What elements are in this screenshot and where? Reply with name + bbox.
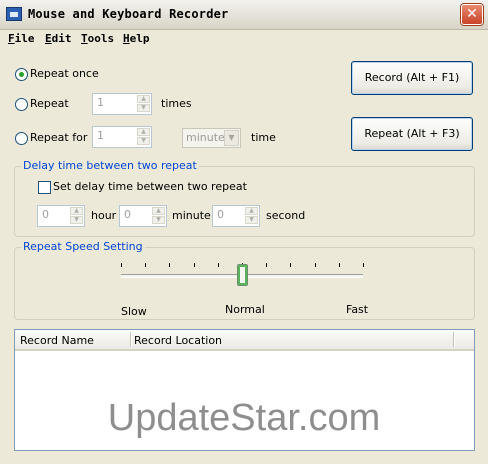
speed-tick <box>315 263 316 267</box>
speed-normal-label: Normal <box>225 303 265 316</box>
delay-group-title: Delay time between two repeat <box>21 159 199 172</box>
speed-slow-label: Slow <box>121 305 147 318</box>
watermark: UpdateStar.com <box>107 397 381 439</box>
stepper-up-icon[interactable]: ▲ <box>137 128 150 136</box>
stepper-down-icon[interactable]: ▼ <box>245 216 258 224</box>
delay-second-stepper[interactable]: 0 ▲ ▼ <box>212 205 260 227</box>
speed-group-title: Repeat Speed Setting <box>21 240 145 253</box>
menu-help[interactable]: Help <box>123 32 150 45</box>
speed-slider-thumb[interactable] <box>237 264 248 286</box>
speed-tick <box>266 263 267 267</box>
repeat-times-stepper[interactable]: 1 ▲ ▼ <box>92 93 152 115</box>
speed-tick <box>145 263 146 267</box>
speed-tick <box>339 263 340 267</box>
stepper-down-icon[interactable]: ▼ <box>70 216 83 224</box>
column-record-name[interactable]: Record Name <box>20 334 94 347</box>
delay-hour-stepper[interactable]: 0 ▲ ▼ <box>37 205 85 227</box>
record-list-header: Record Name Record Location <box>15 330 474 351</box>
second-label: second <box>266 209 306 222</box>
stepper-down-icon[interactable]: ▼ <box>137 137 150 145</box>
delay-minute-value: 0 <box>124 208 131 221</box>
window-title: Mouse and Keyboard Recorder <box>28 7 229 21</box>
speed-tick <box>218 263 219 267</box>
speed-tick <box>194 263 195 267</box>
speed-tick <box>121 263 122 267</box>
record-button[interactable]: Record (Alt + F1) <box>351 61 473 95</box>
stepper-up-icon[interactable]: ▲ <box>70 207 83 215</box>
delay-hour-value: 0 <box>42 208 49 221</box>
chevron-down-icon[interactable]: ▼ <box>224 130 239 146</box>
column-record-location[interactable]: Record Location <box>134 334 222 347</box>
stepper-down-icon[interactable]: ▼ <box>137 104 150 112</box>
speed-tick <box>290 263 291 267</box>
set-delay-label: Set delay time between two repeat <box>53 180 247 193</box>
repeat-for-value: 1 <box>97 129 104 142</box>
repeat-for-label: Repeat for <box>30 131 88 144</box>
speed-tick <box>363 263 364 267</box>
delay-second-value: 0 <box>217 208 224 221</box>
repeat-for-radio[interactable] <box>15 132 28 145</box>
repeat-for-stepper[interactable]: 1 ▲ ▼ <box>92 126 152 148</box>
speed-fast-label: Fast <box>346 303 369 316</box>
hour-label: hour <box>91 209 117 222</box>
stepper-up-icon[interactable]: ▲ <box>137 95 150 103</box>
menu-edit[interactable]: Edit <box>45 32 72 45</box>
menu-file[interactable]: File <box>8 32 35 45</box>
repeat-times-label: Repeat <box>30 97 69 110</box>
menu-bar: File Edit Tools Help <box>0 30 488 48</box>
speed-tick <box>169 263 170 267</box>
repeat-times-radio[interactable] <box>15 98 28 111</box>
stepper-down-icon[interactable]: ▼ <box>152 216 165 224</box>
repeat-once-radio[interactable] <box>15 68 28 81</box>
repeat-once-label: Repeat once <box>30 67 99 80</box>
menu-tools[interactable]: Tools <box>81 32 114 45</box>
delay-minute-stepper[interactable]: 0 ▲ ▼ <box>119 205 167 227</box>
repeat-times-value: 1 <box>97 96 104 109</box>
times-unit-label: times <box>161 97 192 110</box>
time-unit-select[interactable]: minute ▼ <box>182 128 241 148</box>
time-label: time <box>251 131 276 144</box>
stepper-up-icon[interactable]: ▲ <box>152 207 165 215</box>
minute-label: minute <box>172 209 211 222</box>
app-icon <box>6 7 22 21</box>
stepper-up-icon[interactable]: ▲ <box>245 207 258 215</box>
repeat-button[interactable]: Repeat (Alt + F3) <box>351 117 473 151</box>
close-button[interactable]: ✕ <box>461 4 483 25</box>
set-delay-checkbox[interactable] <box>38 181 51 194</box>
time-unit-selected: minute <box>186 131 225 144</box>
